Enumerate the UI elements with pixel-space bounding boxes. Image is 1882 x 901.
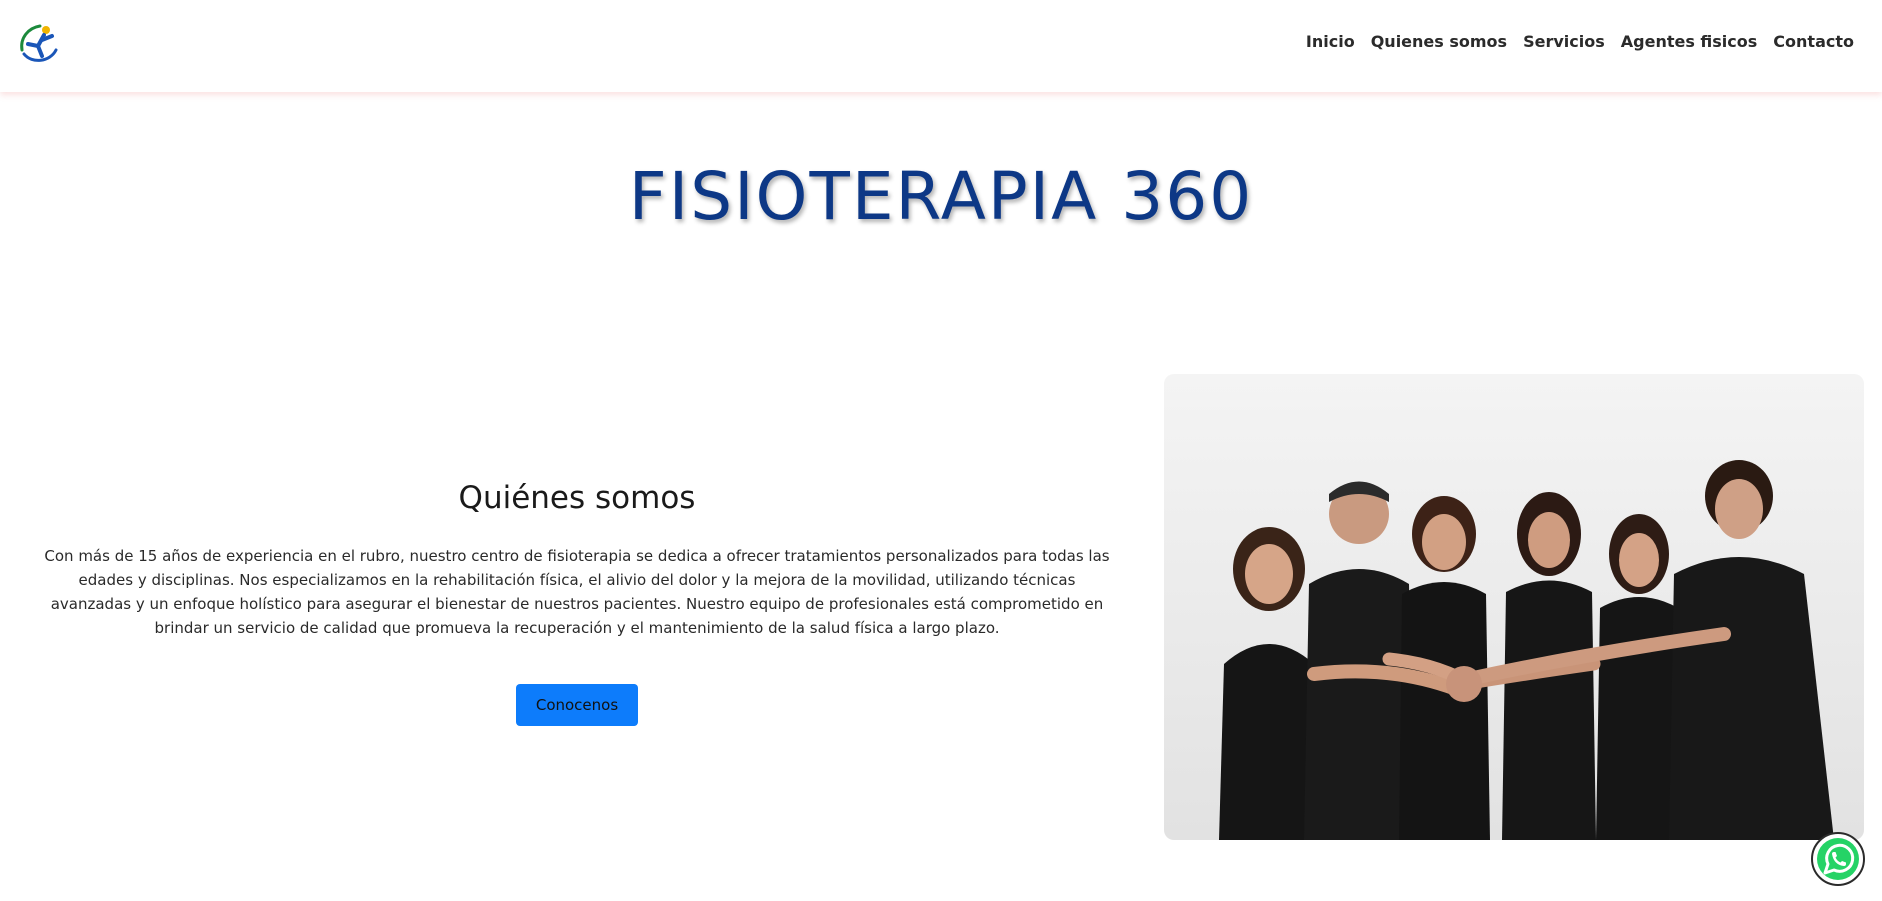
hero-title: FISIOTERAPIA 360: [628, 158, 1254, 235]
nav-quienes-somos[interactable]: Quienes somos: [1371, 32, 1507, 51]
about-text: Con más de 15 años de experiencia en el …: [44, 547, 1110, 637]
nav-servicios[interactable]: Servicios: [1523, 32, 1605, 51]
navbar: Inicio Quienes somos Servicios Agentes f…: [0, 0, 1882, 92]
physio-runner-logo-icon[interactable]: [16, 20, 62, 66]
about-section: Quiénes somos Con más de 15 años de expe…: [40, 480, 1114, 726]
team-photo-illustration: [1219, 460, 1834, 840]
whatsapp-icon[interactable]: [1810, 831, 1866, 887]
nav-contacto[interactable]: Contacto: [1773, 32, 1854, 51]
about-heading: Quiénes somos: [458, 480, 696, 516]
logo-graphic: [20, 24, 58, 62]
team-photo: [1164, 374, 1864, 840]
nav-agentes-fisicos[interactable]: Agentes fisicos: [1621, 32, 1758, 51]
whatsapp-glyph: [1811, 832, 1865, 886]
nav-inicio[interactable]: Inicio: [1306, 32, 1355, 51]
conocenos-button[interactable]: Conocenos: [515, 684, 639, 726]
main-nav: Inicio Quienes somos Servicios Agentes f…: [1306, 32, 1854, 51]
